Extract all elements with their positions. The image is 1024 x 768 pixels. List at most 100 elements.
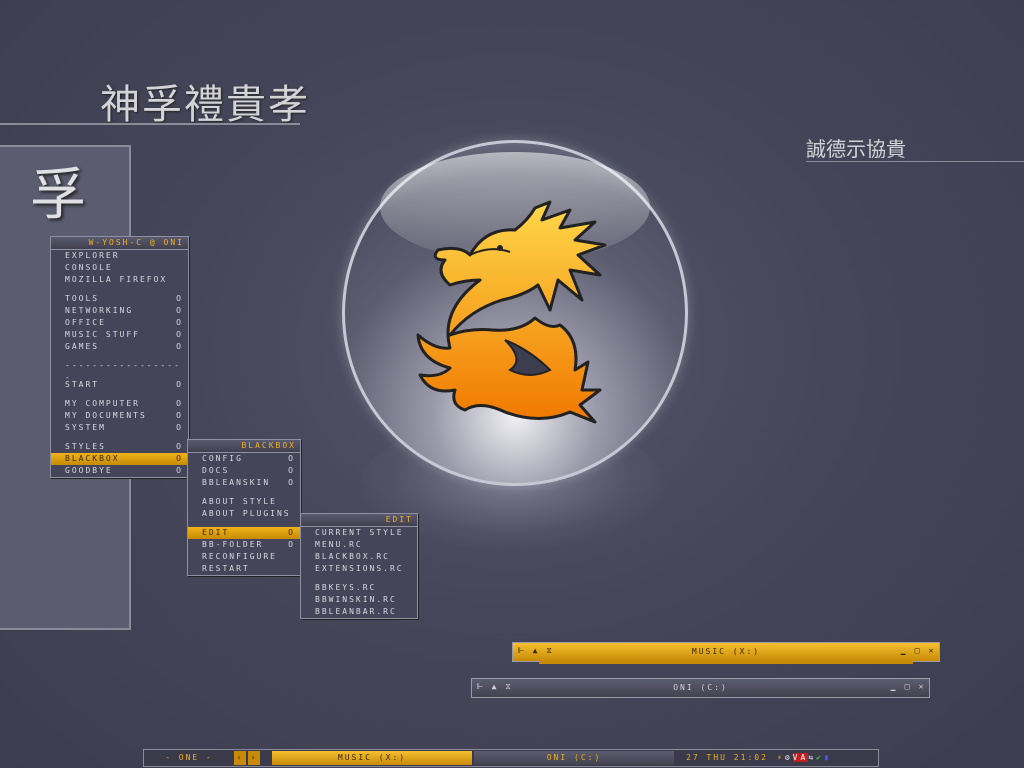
workspace-label[interactable]: - ONE - <box>146 751 232 765</box>
sticky-icon[interactable]: ⧖ <box>503 682 513 692</box>
task-oni[interactable]: ONI (C:) <box>474 751 674 765</box>
menu-item-games[interactable]: GAMES o <box>51 341 188 353</box>
panel-kanji: 孚 <box>30 163 86 228</box>
menu-item-about-plugins[interactable]: ABOUT PLUGINS <box>188 508 300 520</box>
menu-item-music-stuff[interactable]: MUSIC STUFF o <box>51 329 188 341</box>
menu-item-extensions-rc[interactable]: EXTENSIONS.RC <box>301 563 417 575</box>
menu-item-label: TOOLS <box>65 294 100 303</box>
edit-submenu-title: EDIT <box>301 514 417 527</box>
menu-item-reconfigure[interactable]: RECONFIGURE <box>188 551 300 563</box>
sticky-icon[interactable]: ⧖ <box>544 646 554 656</box>
menu-item-docs[interactable]: DOCS o <box>188 465 300 477</box>
shade-icon[interactable]: ▲ <box>489 682 499 692</box>
window-handle[interactable] <box>539 661 913 664</box>
submenu-arrow-icon: o <box>288 540 295 549</box>
task-music[interactable]: MUSIC (X:) <box>272 751 472 765</box>
gear-icon[interactable]: ⚙ <box>785 753 793 762</box>
menu-item-office[interactable]: OFFICE o <box>51 317 188 329</box>
menu-item-label: NETWORKING <box>65 306 134 315</box>
submenu-arrow-icon: o <box>176 411 183 420</box>
menu-separator <box>51 391 188 398</box>
menu-item-label: GAMES <box>65 342 100 351</box>
taskbar: - ONE - ‹ › MUSIC (X:) ONI (C:) 27 THU 2… <box>143 749 879 767</box>
menu-item-edit[interactable]: EDIT o <box>188 527 300 539</box>
menu-item-firefox[interactable]: MOZILLA FIREFOX <box>51 274 188 286</box>
close-icon[interactable]: ✕ <box>926 646 936 656</box>
submenu-arrow-icon: o <box>176 330 183 339</box>
menu-item-label: EDIT <box>202 528 230 537</box>
close-icon[interactable]: ✕ <box>916 682 926 692</box>
clock: 27 THU 21:02 <box>686 753 768 762</box>
subtitle-underline <box>806 161 1024 162</box>
menu-item-label: RESTART <box>202 564 250 573</box>
menu-item-current-style[interactable]: CURRENT STYLE <box>301 527 417 539</box>
maximize-icon[interactable]: □ <box>912 646 922 656</box>
music-window[interactable]: MUSIC (X:) ⊩ ▲ ⧖ ▁ □ ✕ <box>512 642 940 664</box>
menu-item-blackbox-rc[interactable]: BLACKBOX.RC <box>301 551 417 563</box>
menu-item-label: CONSOLE <box>65 263 113 272</box>
submenu-arrow-icon: o <box>288 528 295 537</box>
submenu-arrow-icon: o <box>176 318 183 327</box>
submenu-arrow-icon: o <box>176 306 183 315</box>
menu-item-label: ABOUT PLUGINS <box>202 509 291 518</box>
menu-item-label: MY COMPUTER <box>65 399 140 408</box>
menu-item-bbwinskin-rc[interactable]: BBWINSKIN.RC <box>301 594 417 606</box>
menu-item-bbkeys-rc[interactable]: BBKEYS.RC <box>301 582 417 594</box>
submenu-arrow-icon: o <box>176 442 183 451</box>
network-icon[interactable]: ⇆ <box>808 753 816 762</box>
menu-item-config[interactable]: CONFIG o <box>188 453 300 465</box>
menu-item-system[interactable]: SYSTEM o <box>51 422 188 434</box>
pin-icon[interactable]: ⊩ <box>475 682 485 692</box>
title-underline <box>0 123 300 125</box>
menu-separator <box>51 353 188 360</box>
menu-item-my-documents[interactable]: MY DOCUMENTS o <box>51 410 188 422</box>
menu-item-label: MENU.RC <box>315 540 363 549</box>
battery-icon[interactable]: ▮ <box>824 753 832 762</box>
submenu-arrow-icon: o <box>176 466 183 475</box>
menu-item-blackbox[interactable]: BLACKBOX o <box>51 453 188 465</box>
dragon-logo-icon <box>416 200 607 424</box>
lightning-icon[interactable]: ⚡ <box>777 753 785 762</box>
menu-item-label: RECONFIGURE <box>202 552 277 561</box>
menu-separator <box>188 520 300 527</box>
menu-item-networking[interactable]: NETWORKING o <box>51 305 188 317</box>
minimize-icon[interactable]: ▁ <box>888 682 898 692</box>
menu-item-tools[interactable]: TOOLS o <box>51 293 188 305</box>
system-tray: ⚡⚙VA⇆✔▮ <box>777 751 877 765</box>
menu-item-explorer[interactable]: EXPLORER <box>51 250 188 262</box>
menu-item-label: MY DOCUMENTS <box>65 411 147 420</box>
menu-item-my-computer[interactable]: MY COMPUTER o <box>51 398 188 410</box>
menu-item-label: DOCS <box>202 466 230 475</box>
update-icon[interactable]: ✔ <box>816 753 824 762</box>
submenu-arrow-icon: o <box>288 466 295 475</box>
menu-item-bbleanbar-rc[interactable]: BBLEANBAR.RC <box>301 606 417 618</box>
prev-workspace-icon[interactable]: ‹ <box>234 751 246 765</box>
oni-window[interactable]: ONI (C:) ⊩ ▲ ⧖ ▁ □ ✕ <box>471 678 930 698</box>
menu-item-label: CONFIG <box>202 454 243 463</box>
menu-item-restart[interactable]: RESTART <box>188 563 300 575</box>
submenu-arrow-icon: o <box>176 342 183 351</box>
menu-separator <box>188 489 300 496</box>
pin-icon[interactable]: ⊩ <box>516 646 526 656</box>
menu-item-bb-folder[interactable]: BB-FOLDER o <box>188 539 300 551</box>
menu-item-bbleanskin[interactable]: BBLEANSKIN o <box>188 477 300 489</box>
menu-item-label: ABOUT STYLE <box>202 497 277 506</box>
next-workspace-icon[interactable]: › <box>248 751 260 765</box>
menu-item-label: EXPLORER <box>65 251 120 260</box>
menu-item-about-style[interactable]: ABOUT STYLE <box>188 496 300 508</box>
menu-item-label: STYLES <box>65 442 106 451</box>
menu-item-label: CURRENT STYLE <box>315 528 404 537</box>
menu-item-start[interactable]: START o <box>51 379 188 391</box>
submenu-arrow-icon: o <box>288 478 295 487</box>
menu-item-goodbye[interactable]: GOODBYE o <box>51 465 188 477</box>
menu-item-menu-rc[interactable]: MENU.RC <box>301 539 417 551</box>
maximize-icon[interactable]: □ <box>902 682 912 692</box>
minimize-icon[interactable]: ▁ <box>898 646 908 656</box>
shade-icon[interactable]: ▲ <box>530 646 540 656</box>
menu-item-styles[interactable]: STYLES o <box>51 441 188 453</box>
submenu-arrow-icon: o <box>176 294 183 303</box>
blackbox-submenu-title: BLACKBOX <box>188 440 300 453</box>
menu-item-console[interactable]: CONSOLE <box>51 262 188 274</box>
submenu-arrow-icon: o <box>176 380 183 389</box>
menu-item-label: EXTENSIONS.RC <box>315 564 404 573</box>
